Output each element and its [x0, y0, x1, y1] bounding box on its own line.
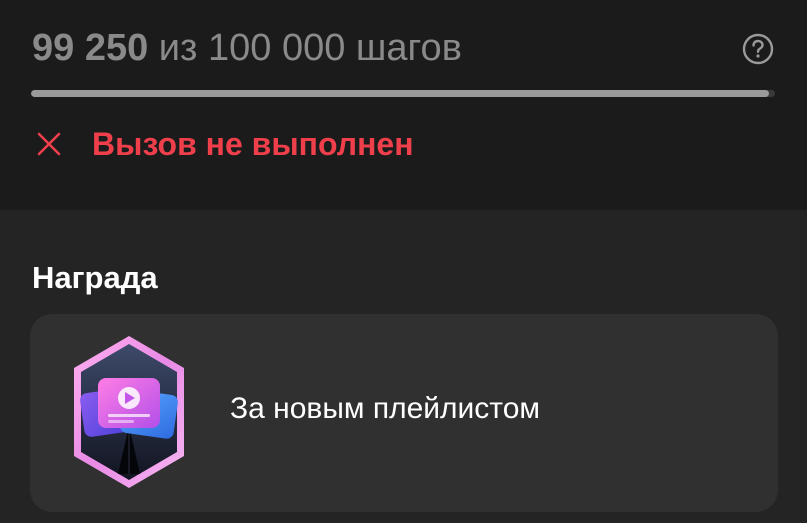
steps-progress-bar	[31, 90, 775, 97]
reward-section: Награда За новым плейлистом	[0, 210, 807, 523]
steps-progress-fill	[31, 90, 770, 97]
steps-done: 99 250	[32, 27, 149, 69]
reward-heading: Награда	[32, 260, 158, 295]
steps-goal-text: из 100 000 шагов	[148, 27, 462, 69]
reward-card[interactable]: За новым плейлистом	[30, 314, 778, 512]
reward-title: За новым плейлистом	[230, 392, 541, 425]
help-icon[interactable]	[742, 33, 774, 65]
playlist-badge-icon	[74, 336, 184, 488]
challenge-status-text: Вызов не выполнен	[92, 125, 414, 162]
challenge-status: Вызов не выполнен	[36, 124, 414, 164]
steps-counter: 99 250 из 100 000 шагов	[32, 26, 462, 70]
close-x-icon	[37, 132, 61, 156]
challenge-progress-section: 99 250 из 100 000 шагов Вызов не выполне…	[0, 0, 807, 210]
